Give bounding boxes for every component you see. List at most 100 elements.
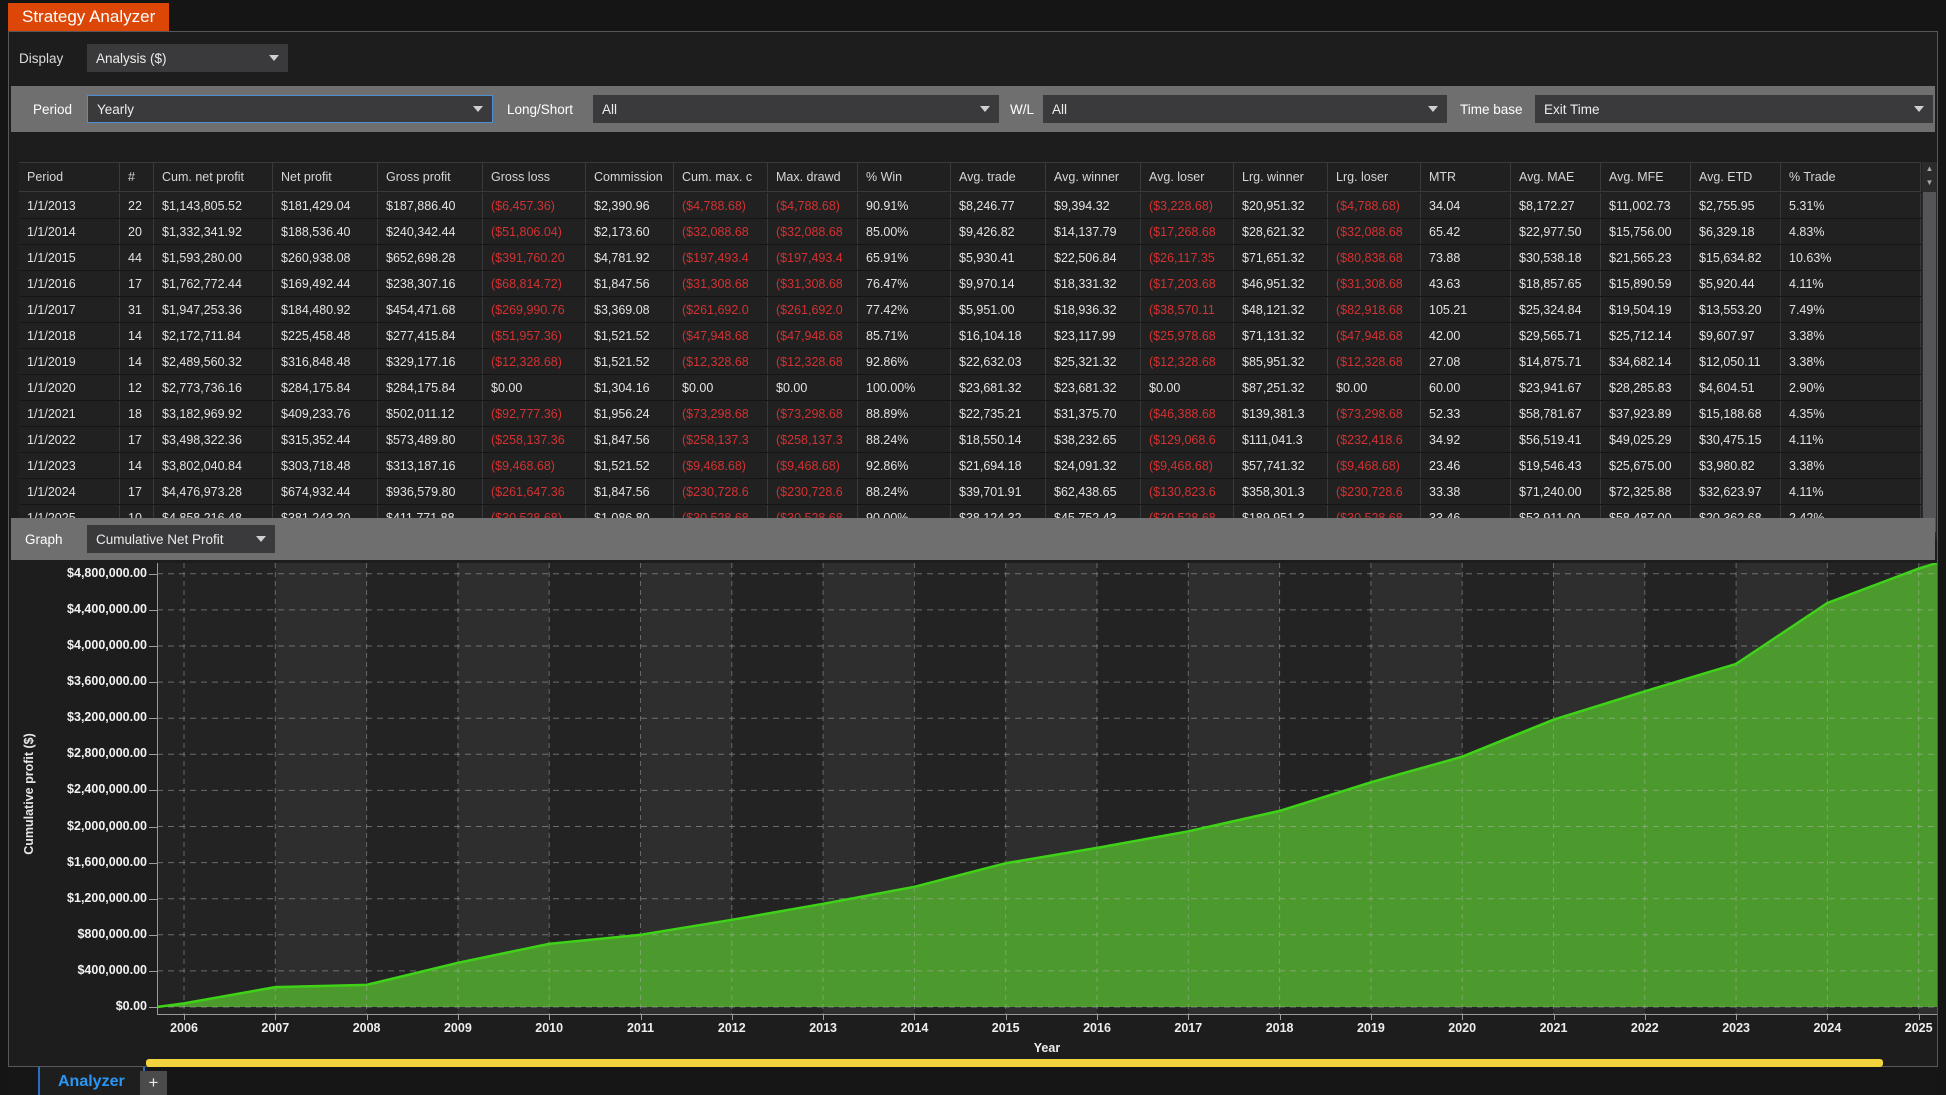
table-cell[interactable]: $8,172.27 — [1511, 193, 1601, 218]
table-cell[interactable]: $284,175.84 — [378, 375, 483, 400]
table-cell[interactable]: $1,521.52 — [586, 323, 674, 348]
table-cell[interactable]: $0.00 — [1141, 375, 1234, 400]
table-cell[interactable]: $5,951.00 — [951, 297, 1046, 322]
table-cell[interactable]: 17 — [120, 479, 154, 504]
table-cell[interactable]: ($130,823.6 — [1141, 479, 1234, 504]
add-tab-button[interactable]: + — [140, 1071, 167, 1095]
table-cell[interactable]: $652,698.28 — [378, 245, 483, 270]
table-cell[interactable]: ($9,468.68) — [768, 453, 858, 478]
table-cell[interactable]: $3,802,040.84 — [154, 453, 273, 478]
table-cell[interactable]: $39,701.91 — [951, 479, 1046, 504]
column-header[interactable]: Avg. winner — [1046, 163, 1141, 191]
table-cell[interactable]: $22,632.03 — [951, 349, 1046, 374]
table-cell[interactable]: ($31,308.68 — [768, 271, 858, 296]
table-cell[interactable]: $329,177.16 — [378, 349, 483, 374]
table-cell[interactable]: 1/1/2021 — [19, 401, 120, 426]
table-cell[interactable]: $5,920.44 — [1691, 271, 1781, 296]
table-cell[interactable]: 12 — [120, 375, 154, 400]
table-cell[interactable]: $3,498,322.36 — [154, 427, 273, 452]
table-cell[interactable]: 1/1/2017 — [19, 297, 120, 322]
long-short-select[interactable]: All — [593, 95, 999, 123]
table-cell[interactable]: ($26,117.35 — [1141, 245, 1234, 270]
table-cell[interactable]: $8,246.77 — [951, 193, 1046, 218]
table-cell[interactable]: $502,011.12 — [378, 401, 483, 426]
table-cell[interactable]: ($12,328.68 — [1141, 349, 1234, 374]
column-header[interactable]: Net profit — [273, 163, 378, 191]
table-cell[interactable]: ($258,137.3 — [768, 427, 858, 452]
table-cell[interactable]: $139,381.3 — [1234, 401, 1328, 426]
table-cell[interactable]: ($9,468.68) — [483, 453, 586, 478]
table-cell[interactable]: $11,002.73 — [1601, 193, 1691, 218]
table-cell[interactable]: $15,890.59 — [1601, 271, 1691, 296]
table-cell[interactable]: 88.24% — [858, 427, 951, 452]
table-cell[interactable]: ($12,328.68) — [483, 349, 586, 374]
table-cell[interactable]: $188,536.40 — [273, 219, 378, 244]
table-cell[interactable]: 31 — [120, 297, 154, 322]
table-cell[interactable]: ($73,298.68 — [768, 401, 858, 426]
table-cell[interactable]: $22,506.84 — [1046, 245, 1141, 270]
table-cell[interactable]: 1/1/2014 — [19, 219, 120, 244]
table-cell[interactable]: $2,172,711.84 — [154, 323, 273, 348]
table-cell[interactable]: 4.11% — [1781, 271, 1921, 296]
table-cell[interactable]: $28,621.32 — [1234, 219, 1328, 244]
table-cell[interactable]: $936,579.80 — [378, 479, 483, 504]
table-cell[interactable]: 1/1/2020 — [19, 375, 120, 400]
table-cell[interactable]: 27.08 — [1421, 349, 1511, 374]
table-cell[interactable]: 43.63 — [1421, 271, 1511, 296]
table-cell[interactable]: ($25,978.68 — [1141, 323, 1234, 348]
table-cell[interactable]: $25,324.84 — [1511, 297, 1601, 322]
table-cell[interactable]: $19,504.19 — [1601, 297, 1691, 322]
table-cell[interactable]: ($258,137.36 — [483, 427, 586, 452]
table-cell[interactable]: $1,847.56 — [586, 271, 674, 296]
column-header[interactable]: Lrg. loser — [1328, 163, 1421, 191]
table-cell[interactable]: $1,847.56 — [586, 479, 674, 504]
table-cell[interactable]: 4.35% — [1781, 401, 1921, 426]
table-cell[interactable]: $13,553.20 — [1691, 297, 1781, 322]
table-cell[interactable]: $0.00 — [483, 375, 586, 400]
table-cell[interactable]: $225,458.48 — [273, 323, 378, 348]
table-cell[interactable]: $48,121.32 — [1234, 297, 1328, 322]
table-cell[interactable]: $25,712.14 — [1601, 323, 1691, 348]
chart-plot-area[interactable] — [157, 563, 1937, 1015]
table-cell[interactable]: $3,182,969.92 — [154, 401, 273, 426]
table-cell[interactable]: $28,285.83 — [1601, 375, 1691, 400]
table-cell[interactable]: ($197,493.4 — [768, 245, 858, 270]
table-cell[interactable]: $2,489,560.32 — [154, 349, 273, 374]
table-cell[interactable]: $30,538.18 — [1511, 245, 1601, 270]
table-cell[interactable]: $15,634.82 — [1691, 245, 1781, 270]
table-cell[interactable]: $1,762,772.44 — [154, 271, 273, 296]
table-cell[interactable]: ($391,760.20 — [483, 245, 586, 270]
table-cell[interactable]: $0.00 — [768, 375, 858, 400]
chart-horizontal-scrollbar[interactable] — [146, 1059, 1883, 1067]
table-cell[interactable]: ($230,728.6 — [768, 479, 858, 504]
period-select[interactable]: Yearly — [87, 95, 493, 123]
table-cell[interactable]: $57,741.32 — [1234, 453, 1328, 478]
table-cell[interactable]: $1,521.52 — [586, 349, 674, 374]
table-cell[interactable]: 100.00% — [858, 375, 951, 400]
table-cell[interactable]: $9,394.32 — [1046, 193, 1141, 218]
table-cell[interactable]: 10.63% — [1781, 245, 1921, 270]
table-row[interactable]: 1/1/201731$1,947,253.36$184,480.92$454,4… — [19, 297, 1921, 323]
table-cell[interactable]: $19,546.43 — [1511, 453, 1601, 478]
table-cell[interactable]: 73.88 — [1421, 245, 1511, 270]
table-cell[interactable]: $9,426.82 — [951, 219, 1046, 244]
table-cell[interactable]: $71,131.32 — [1234, 323, 1328, 348]
column-header[interactable]: # — [120, 163, 154, 191]
table-row[interactable]: 1/1/201617$1,762,772.44$169,492.44$238,3… — [19, 271, 1921, 297]
table-row[interactable]: 1/1/202217$3,498,322.36$315,352.44$573,4… — [19, 427, 1921, 453]
table-cell[interactable]: ($32,088.68 — [768, 219, 858, 244]
table-cell[interactable]: $284,175.84 — [273, 375, 378, 400]
table-row[interactable]: 1/1/202314$3,802,040.84$303,718.48$313,1… — [19, 453, 1921, 479]
table-cell[interactable]: $72,325.88 — [1601, 479, 1691, 504]
table-cell[interactable]: 14 — [120, 323, 154, 348]
table-cell[interactable]: $24,091.32 — [1046, 453, 1141, 478]
table-cell[interactable]: ($4,788.68) — [1328, 193, 1421, 218]
table-cell[interactable]: 52.33 — [1421, 401, 1511, 426]
table-cell[interactable]: $0.00 — [1328, 375, 1421, 400]
table-row[interactable]: 1/1/202417$4,476,973.28$674,932.44$936,5… — [19, 479, 1921, 505]
table-cell[interactable]: $38,232.65 — [1046, 427, 1141, 452]
scroll-down-icon[interactable]: ▼ — [1922, 176, 1937, 190]
table-cell[interactable]: 90.91% — [858, 193, 951, 218]
table-cell[interactable]: 85.00% — [858, 219, 951, 244]
table-cell[interactable]: 65.42 — [1421, 219, 1511, 244]
